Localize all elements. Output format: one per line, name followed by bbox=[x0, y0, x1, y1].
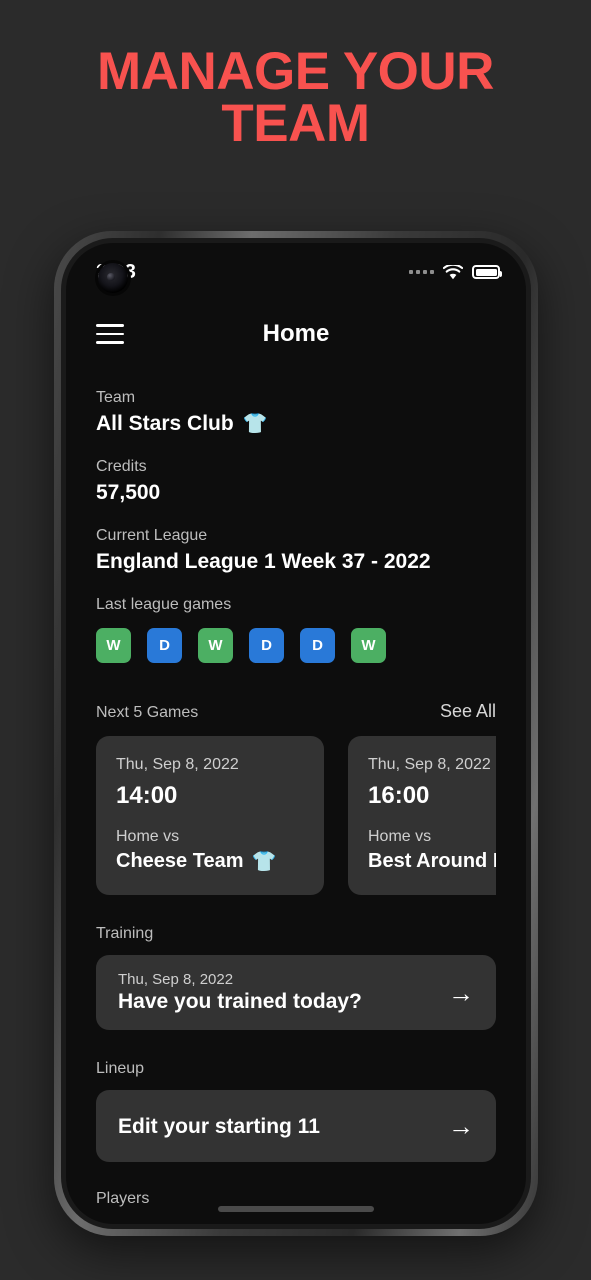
result-badge: D bbox=[249, 628, 284, 663]
page-title: Home bbox=[262, 320, 330, 347]
result-badge: W bbox=[351, 628, 386, 663]
promo-headline: MANAGE YOUR TEAM bbox=[0, 45, 591, 153]
lineup-label: Lineup bbox=[96, 1060, 145, 1077]
tshirt-icon: 👕 bbox=[242, 413, 268, 435]
team-name-row: All Stars Club 👕 bbox=[96, 412, 496, 436]
promo-headline-line-2: TEAM bbox=[221, 93, 370, 153]
result-badge: D bbox=[147, 628, 182, 663]
game-date: Thu, Sep 8, 2022 bbox=[116, 756, 239, 773]
hamburger-menu-icon[interactable] bbox=[96, 324, 124, 344]
team-label: Team bbox=[96, 389, 136, 406]
last-games-label: Last league games bbox=[96, 596, 232, 613]
arrow-right-icon: → bbox=[448, 1111, 474, 1141]
home-indicator[interactable] bbox=[218, 1206, 374, 1212]
game-opponent-row: Best Around F 👕 bbox=[368, 850, 496, 873]
front-camera-punch-hole bbox=[98, 263, 128, 293]
lineup-action: Edit your starting 11 bbox=[118, 1115, 320, 1138]
next-games-carousel[interactable]: Thu, Sep 8, 2022 14:00 Home vs Cheese Te… bbox=[96, 736, 496, 895]
promo-headline-line-1: MANAGE YOUR bbox=[97, 42, 494, 101]
training-date: Thu, Sep 8, 2022 bbox=[118, 971, 234, 988]
status-bar: 2.33 bbox=[66, 243, 526, 301]
game-opponent-row: Cheese Team 👕 bbox=[116, 850, 304, 873]
lineup-card[interactable]: Edit your starting 11 → bbox=[96, 1090, 496, 1162]
game-card[interactable]: Thu, Sep 8, 2022 16:00 Home vs Best Arou… bbox=[348, 736, 496, 895]
result-badge: W bbox=[96, 628, 131, 663]
phone-bezel: 2.33 bbox=[61, 238, 531, 1229]
game-opponent: Best Around F bbox=[368, 850, 496, 872]
home-scroll-content[interactable]: Team All Stars Club 👕 Credits 57,500 Cur… bbox=[66, 367, 526, 1224]
credits-value: 57,500 bbox=[96, 481, 161, 504]
see-all-link[interactable]: See All bbox=[440, 701, 496, 722]
game-card[interactable]: Thu, Sep 8, 2022 14:00 Home vs Cheese Te… bbox=[96, 736, 324, 895]
training-label: Training bbox=[96, 925, 154, 942]
phone-screen: 2.33 bbox=[66, 243, 526, 1224]
game-time: 14:00 bbox=[116, 782, 178, 809]
tshirt-icon: 👕 bbox=[251, 850, 277, 873]
game-date: Thu, Sep 8, 2022 bbox=[368, 756, 491, 773]
wifi-icon bbox=[443, 264, 463, 280]
arrow-right-icon: → bbox=[448, 977, 474, 1008]
last-games-results: W D W D D W bbox=[96, 628, 496, 663]
game-venue: Home vs bbox=[368, 828, 432, 845]
current-league-value: England League 1 Week 37 - 2022 bbox=[96, 550, 431, 573]
status-bar-indicators bbox=[409, 264, 502, 280]
lineup-card-text: Edit your starting 11 bbox=[118, 1113, 434, 1139]
credits-label: Credits bbox=[96, 458, 147, 475]
next-games-label: Next 5 Games bbox=[96, 704, 199, 721]
game-time: 16:00 bbox=[368, 782, 430, 809]
result-badge: W bbox=[198, 628, 233, 663]
next-games-header: Next 5 Games See All bbox=[96, 701, 496, 722]
result-badge: D bbox=[300, 628, 335, 663]
training-card[interactable]: Thu, Sep 8, 2022 Have you trained today?… bbox=[96, 955, 496, 1030]
battery-full-icon bbox=[472, 265, 502, 279]
team-name: All Stars Club bbox=[96, 412, 234, 435]
training-prompt: Have you trained today? bbox=[118, 990, 362, 1013]
app-bar: Home bbox=[66, 301, 526, 367]
game-venue: Home vs bbox=[116, 828, 180, 845]
signal-dots-icon bbox=[409, 270, 434, 274]
current-league-label: Current League bbox=[96, 527, 208, 544]
phone-device-frame: 2.33 bbox=[54, 231, 538, 1236]
game-opponent: Cheese Team bbox=[116, 850, 244, 872]
training-card-text: Thu, Sep 8, 2022 Have you trained today? bbox=[118, 971, 434, 1014]
